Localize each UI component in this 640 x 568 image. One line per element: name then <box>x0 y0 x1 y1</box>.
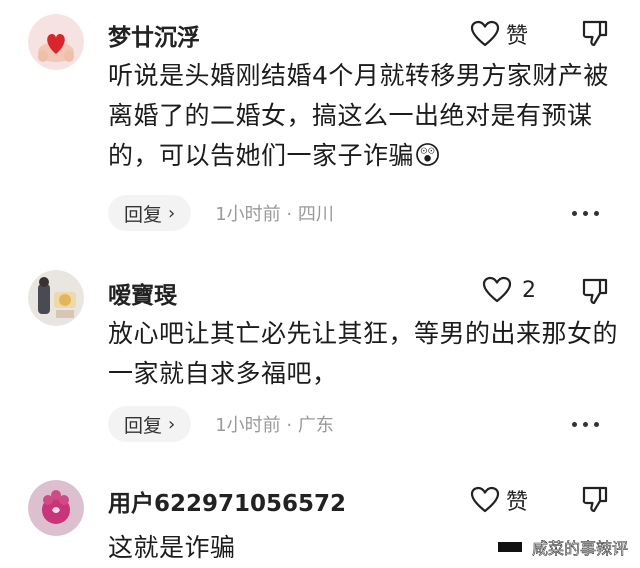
reply-button[interactable]: 回复 › <box>108 406 192 442</box>
username[interactable]: 梦廿沉浮 <box>108 18 200 52</box>
watermark-text: 咸菜的事辣评 <box>532 539 629 559</box>
comment-item: 嗳寶琝 2 放心吧让其亡必先让其狂，等男的出来那女的一家就自求多福吧， 回复 ›… <box>0 262 640 452</box>
shocked-emoji: 😲 <box>414 141 442 171</box>
comment-text: 听说是头婚刚结婚4个月就转移男方家财产被离婚了的二婚女，搞这么一出绝对是有预谋的… <box>108 56 618 176</box>
comment-text: 放心吧让其亡必先让其狂，等男的出来那女的一家就自求多福吧， <box>108 319 619 388</box>
thumbs-down-icon[interactable] <box>580 484 610 514</box>
like-button[interactable]: 赞 <box>470 18 528 50</box>
comment-meta: 回复 › 1小时前 · 四川 <box>108 195 334 231</box>
like-label: 赞 <box>506 490 529 515</box>
comment-text-content: 听说是头婚刚结婚4个月就转移男方家财产被离婚了的二婚女，搞这么一出绝对是有预谋的… <box>108 61 609 170</box>
timestamp-location: 1小时前 · 四川 <box>215 204 334 225</box>
like-label: 赞 <box>506 24 529 49</box>
username[interactable]: 嗳寶琝 <box>108 276 177 310</box>
reply-label: 回复 <box>124 203 163 226</box>
reply-button[interactable]: 回复 › <box>108 195 192 231</box>
username[interactable]: 用户622971056572 <box>108 484 346 518</box>
watermark: 咸菜的事辣评 <box>498 535 628 559</box>
heart-outline-icon <box>470 486 500 513</box>
reply-label: 回复 <box>124 414 163 437</box>
chevron-right-icon: › <box>168 202 176 224</box>
heart-outline-icon <box>482 276 512 303</box>
more-dots-icon[interactable] <box>572 211 599 216</box>
like-count: 2 <box>522 277 536 303</box>
more-dots-icon[interactable] <box>572 422 599 427</box>
avatar[interactable] <box>28 14 84 70</box>
comment-item: 梦廿沉浮 赞 听说是头婚刚结婚4个月就转移男方家财产被离婚了的二婚女，搞这么一出… <box>0 0 640 250</box>
like-button[interactable]: 赞 <box>470 484 528 516</box>
chevron-right-icon: › <box>168 413 176 435</box>
thumbs-down-icon[interactable] <box>580 18 610 48</box>
watermark-bar <box>498 542 522 552</box>
thumbs-down-icon[interactable] <box>580 276 610 306</box>
avatar[interactable] <box>28 270 84 326</box>
comment-meta: 回复 › 1小时前 · 广东 <box>108 406 334 442</box>
like-button[interactable]: 2 <box>482 276 536 304</box>
timestamp-location: 1小时前 · 广东 <box>215 415 334 436</box>
avatar[interactable] <box>28 480 84 536</box>
heart-outline-icon <box>470 20 500 47</box>
